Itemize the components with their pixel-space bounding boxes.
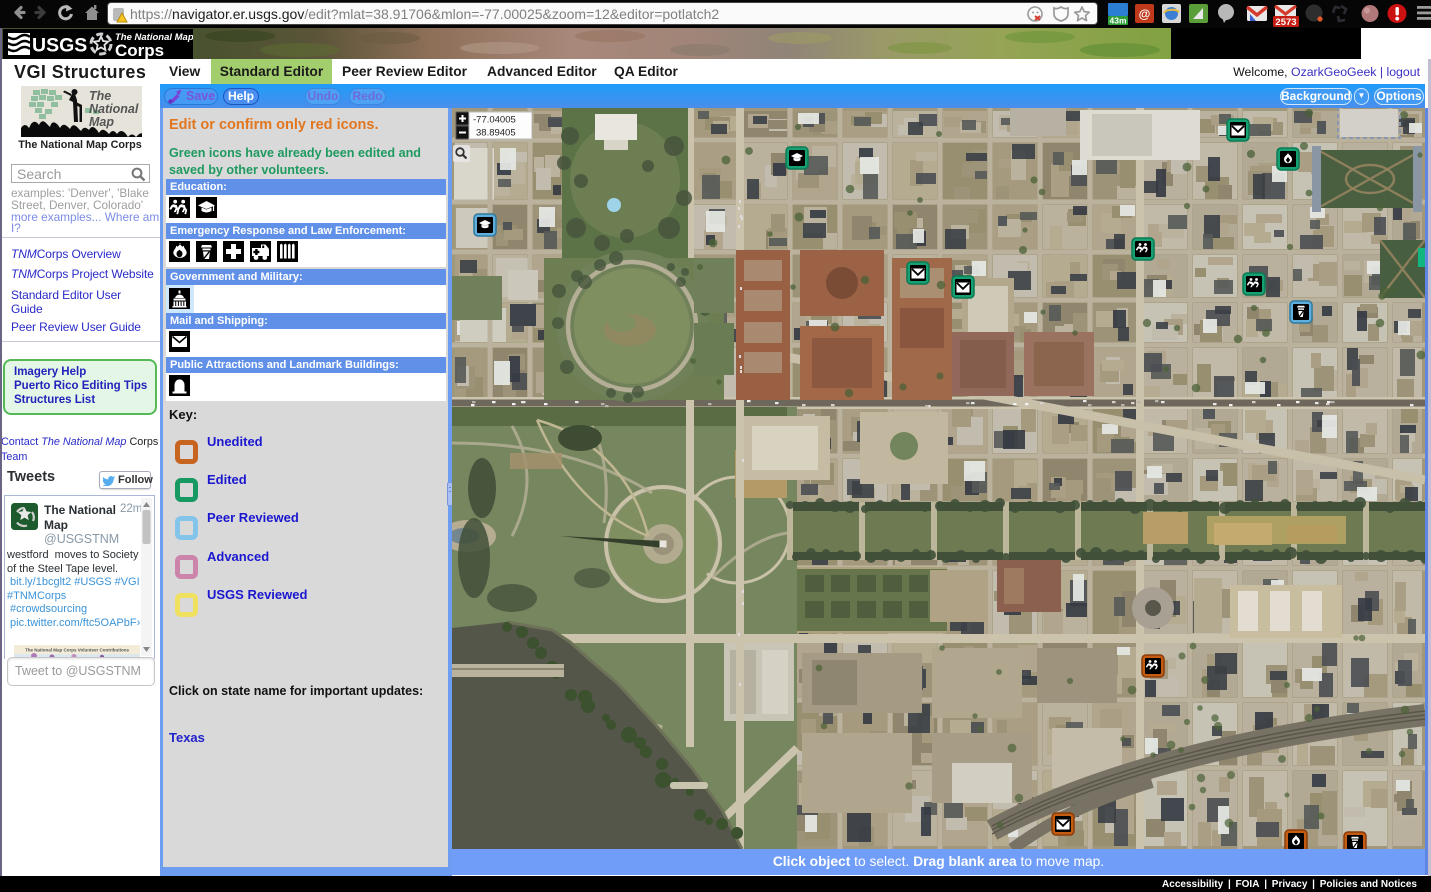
svg-text:National: National [89,102,139,116]
svg-text:The: The [89,89,111,103]
svg-text:2573: 2573 [1275,17,1296,28]
svg-text:38.89405: 38.89405 [476,128,516,139]
svg-text:43m: 43m [1109,16,1126,26]
svg-text:@: @ [1139,7,1151,21]
svg-text:-77.04005: -77.04005 [473,115,516,126]
svg-text:Corps: Corps [115,41,164,59]
svg-text:Map: Map [89,115,114,129]
svg-text:USGS: USGS [32,35,87,57]
svg-text:The National Map Corps Volunte: The National Map Corps Volunteer Contrib… [25,648,129,653]
